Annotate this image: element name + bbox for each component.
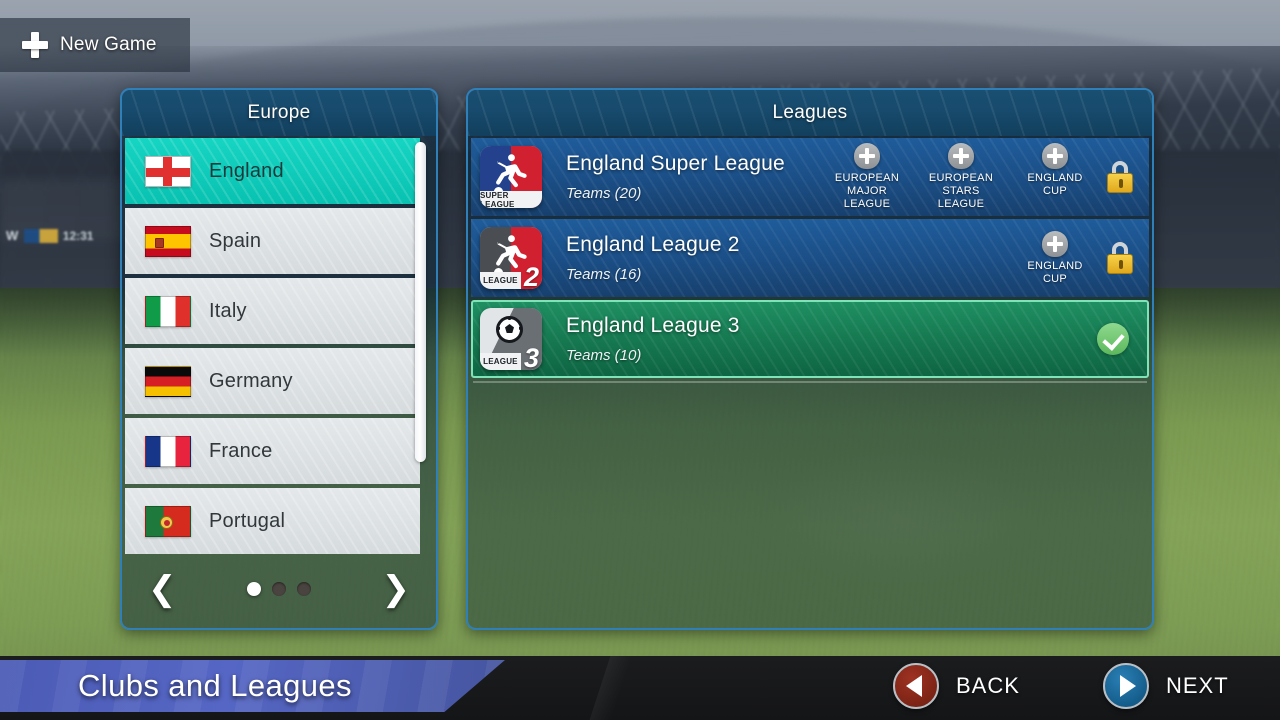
- soccer-ball-icon: [496, 316, 523, 343]
- competition-item[interactable]: ENGLAND CUP: [1017, 230, 1093, 286]
- league-badge-icon: SUPER LEAGUE: [480, 146, 542, 208]
- next-arrow-icon: [1103, 663, 1149, 709]
- chevron-right-icon[interactable]: ❯: [382, 572, 411, 606]
- country-item-germany[interactable]: Germany: [125, 348, 420, 414]
- selected-check-icon: [1097, 323, 1129, 355]
- player-silhouette-icon: [496, 154, 527, 188]
- league-badge-number: 3: [523, 343, 539, 371]
- next-button-label: NEXT: [1166, 673, 1229, 698]
- league-teams-count: Teams (10): [566, 347, 642, 364]
- leagues-panel-title: Leagues: [772, 102, 848, 123]
- flag-portugal-icon: [145, 505, 191, 537]
- country-item-label: Spain: [209, 229, 262, 252]
- flag-germany-icon: [145, 365, 191, 397]
- country-item-label: Portugal: [209, 509, 286, 532]
- competition-label: ENGLAND CUP: [1027, 259, 1083, 285]
- region-pager: ❮ ❯: [122, 562, 436, 616]
- flag-crest-icon: [155, 237, 164, 248]
- stadium-scoreboard: W 12:31: [6, 228, 93, 243]
- league-teams-count: Teams (16): [566, 266, 642, 283]
- back-button[interactable]: BACK: [893, 663, 1020, 709]
- back-button-label: BACK: [956, 673, 1020, 698]
- lock-icon: [1107, 161, 1133, 193]
- add-competition-plus-icon[interactable]: [854, 143, 880, 169]
- league-badge-caption: LEAGUE: [480, 353, 521, 370]
- country-item-france[interactable]: France: [125, 418, 420, 484]
- pager-dot-3[interactable]: [297, 582, 311, 596]
- new-game-label: New Game: [60, 34, 157, 55]
- country-panel-body: England Spain Italy Germany France Portugal ❮…: [122, 136, 436, 628]
- country-list[interactable]: England Spain Italy Germany France Portugal: [125, 138, 420, 556]
- scoreboard-time: 12:31: [62, 228, 94, 243]
- league-name: England League 2: [566, 233, 740, 256]
- league-text-block: England Super League Teams (20): [566, 152, 829, 202]
- league-list: SUPER LEAGUE England Super League Teams (2…: [468, 136, 1152, 628]
- league-list-divider: [473, 381, 1147, 383]
- pager-dots: [247, 582, 311, 596]
- chevron-left-icon[interactable]: ❮: [148, 572, 177, 606]
- flag-spain-icon: [145, 225, 191, 257]
- competition-label: EUROPEAN STARS LEAGUE: [928, 172, 994, 210]
- add-competition-plus-icon[interactable]: [1042, 230, 1068, 257]
- country-item-portugal[interactable]: Portugal: [125, 488, 420, 554]
- league-teams-count: Teams (20): [566, 185, 642, 202]
- competition-item[interactable]: ENGLAND CUP: [1017, 143, 1093, 198]
- screen-title: Clubs and Leagues: [78, 668, 352, 703]
- screen-title-banner: Clubs and Leagues: [0, 660, 505, 712]
- country-item-label: Germany: [209, 369, 293, 392]
- league-text-block: England League 3 Teams (10): [566, 314, 1097, 364]
- scoreboard-flag-icon: [23, 228, 58, 243]
- flag-france-icon: [145, 435, 191, 467]
- league-name: England League 3: [566, 314, 740, 337]
- league-badge-icon: LEAGUE 2: [480, 227, 542, 289]
- leagues-panel: Leagues SUPER LEAGUE England Super League…: [466, 88, 1154, 630]
- country-item-label: France: [209, 439, 273, 462]
- league-competitions: ENGLAND CUP: [1017, 230, 1093, 286]
- flag-italy-icon: [145, 295, 191, 327]
- league-badge-number: 2: [523, 262, 539, 290]
- leagues-panel-header: Leagues: [468, 90, 1152, 136]
- country-panel-header: Europe: [122, 90, 436, 136]
- country-item-italy[interactable]: Italy: [125, 278, 420, 344]
- flag-crest-icon: [160, 515, 173, 529]
- country-list-scrollbar-thumb[interactable]: [415, 142, 426, 462]
- country-list-scrollbar-track[interactable]: [415, 139, 431, 553]
- league-text-block: England League 2 Teams (16): [566, 233, 1017, 283]
- back-arrow-icon: [893, 663, 939, 709]
- plus-icon: [22, 32, 48, 58]
- league-name: England Super League: [566, 152, 785, 175]
- add-competition-plus-icon[interactable]: [948, 143, 974, 169]
- country-panel: Europe England Spain Italy Germany France Por…: [120, 88, 438, 630]
- competition-item[interactable]: EUROPEAN MAJOR LEAGUE: [829, 143, 905, 211]
- league-row-3[interactable]: LEAGUE 3 England League 3 Teams (10): [471, 300, 1149, 378]
- game-screen: W 12:31 New Game Europe England Spain Ital…: [0, 0, 1280, 720]
- pager-dot-1[interactable]: [247, 582, 261, 596]
- league-badge-caption: SUPER LEAGUE: [480, 191, 542, 208]
- league-row-2[interactable]: LEAGUE 2 England League 2 Teams (16) ENGLAND…: [471, 219, 1149, 297]
- scoreboard-team-label: W: [6, 228, 19, 243]
- country-item-label: Italy: [209, 299, 247, 322]
- lock-icon: [1107, 242, 1133, 274]
- league-row-1[interactable]: SUPER LEAGUE England Super League Teams (2…: [471, 138, 1149, 216]
- competition-label: EUROPEAN MAJOR LEAGUE: [834, 172, 900, 210]
- country-item-england[interactable]: England: [125, 138, 420, 204]
- competition-label: ENGLAND CUP: [1027, 172, 1083, 197]
- add-competition-plus-icon[interactable]: [1042, 143, 1068, 169]
- flag-england-icon: [145, 155, 191, 187]
- bottom-bar: Clubs and Leagues BACK NEXT: [0, 656, 1280, 720]
- league-badge-caption: LEAGUE: [480, 272, 521, 289]
- player-silhouette-icon: [496, 235, 527, 269]
- competition-item[interactable]: EUROPEAN STARS LEAGUE: [923, 143, 999, 211]
- new-game-header: New Game: [0, 18, 190, 72]
- country-item-label: England: [209, 159, 284, 182]
- next-button[interactable]: NEXT: [1103, 663, 1229, 709]
- league-badge-icon: LEAGUE 3: [480, 308, 542, 370]
- pager-dot-2[interactable]: [272, 582, 286, 596]
- country-item-spain[interactable]: Spain: [125, 208, 420, 274]
- country-panel-title: Europe: [247, 102, 311, 123]
- league-competitions: EUROPEAN MAJOR LEAGUE EUROPEAN STARS LEAG…: [829, 143, 1093, 211]
